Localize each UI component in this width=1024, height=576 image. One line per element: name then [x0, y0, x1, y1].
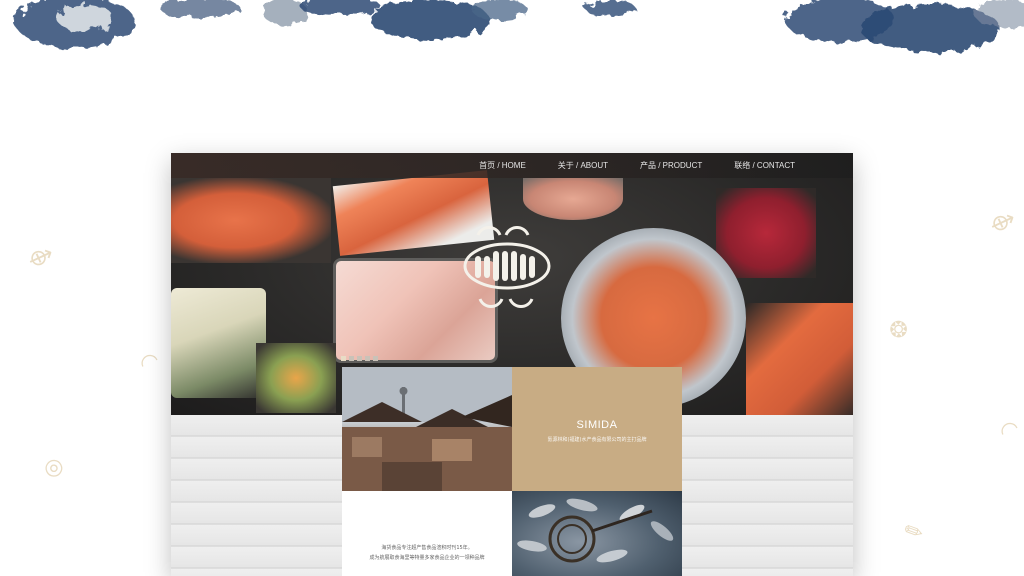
shell-outline-icon: ❂: [885, 315, 913, 346]
nav-about-link[interactable]: 关于 / ABOUT: [558, 160, 608, 171]
fish-outline-icon: ⟴: [23, 240, 58, 275]
nav-contact-link[interactable]: 联络 / CONTACT: [734, 160, 795, 171]
slider-dot[interactable]: [365, 356, 370, 361]
squid-outline-icon: ✎: [900, 517, 928, 548]
shrimp-outline-icon: ◠: [995, 415, 1024, 446]
tuna-steaks-image: [716, 188, 816, 278]
clam-outline-icon: ◎: [39, 452, 68, 483]
website-mockup: 首页 / HOME 关于 / ABOUT 产品 / PRODUCT 联络 / C…: [171, 153, 853, 576]
village-photo: [342, 367, 512, 491]
fish-market-photo: [512, 491, 682, 576]
salmon-steaks-image: [171, 178, 331, 263]
brand-subtitle: 氪源林和(福建)水产食品有限公司的主打品牌: [547, 437, 647, 443]
brand-title: SIMIDA: [576, 419, 618, 431]
nav-home-link[interactable]: 首页 / HOME: [479, 160, 526, 171]
hero-slider-dots: [341, 356, 378, 361]
simida-logo: [462, 221, 552, 311]
slider-dot[interactable]: [373, 356, 378, 361]
salmon-rack-image: [746, 303, 853, 415]
about-text-line: 成为航展取食海里等特量多家食品企业的一领种品牌: [369, 555, 485, 561]
nav-product-link[interactable]: 产品 / PRODUCT: [640, 160, 702, 171]
seafood-skewers-image: [256, 343, 336, 413]
about-text-card: 海货食品专注超产售食品渲积时刊15年。 成为航展取食海里等特量多家食品企业的一领…: [342, 491, 512, 576]
shrimp-outline-icon: ◠: [135, 347, 164, 378]
white-fish-dish-image: [171, 288, 266, 398]
slider-dot[interactable]: [349, 356, 354, 361]
fish-outline-icon: ⟴: [985, 205, 1020, 240]
about-text-line: 海货食品专注超产售食品渲积时刊15年。: [381, 545, 473, 551]
top-navigation: 首页 / HOME 关于 / ABOUT 产品 / PRODUCT 联络 / C…: [171, 153, 853, 178]
slider-dot[interactable]: [341, 356, 346, 361]
shrimp-bowl-image: [523, 178, 623, 220]
top-paint-splash-decoration: [0, 0, 1024, 110]
brand-card: SIMIDA 氪源林和(福建)水产食品有限公司的主打品牌: [512, 367, 682, 491]
slider-dot[interactable]: [357, 356, 362, 361]
